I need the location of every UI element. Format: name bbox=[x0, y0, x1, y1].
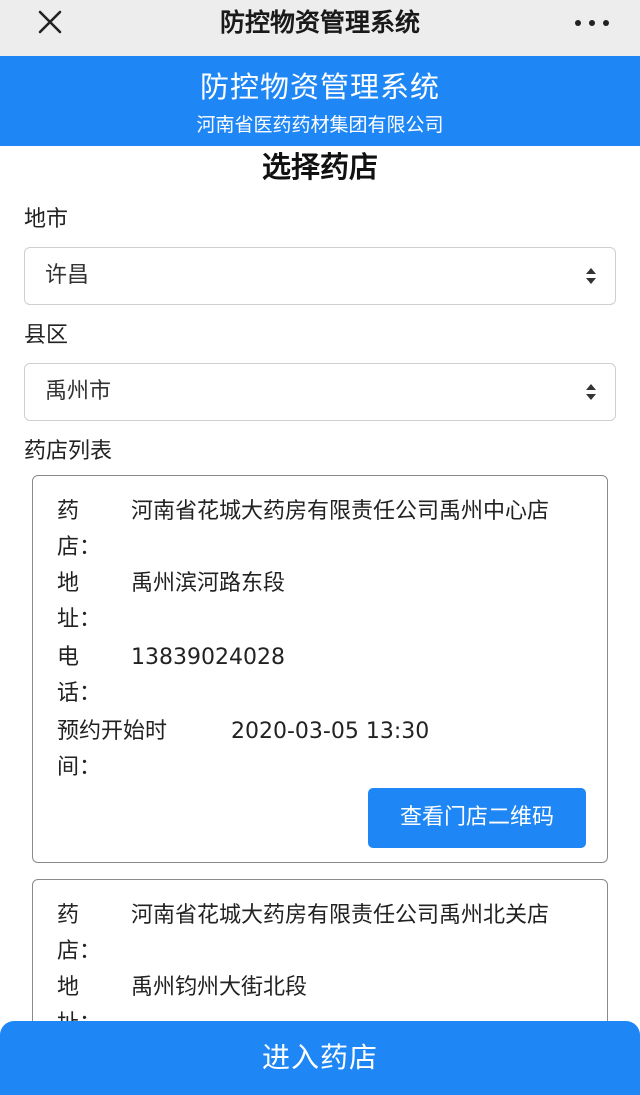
store-time-label: 预约开始时间： bbox=[57, 719, 168, 780]
enter-store-button[interactable]: 进入药店 bbox=[0, 1021, 640, 1095]
system-title: 防控物资管理系统 bbox=[199, 70, 440, 104]
store-name: 河南省花城大药房有限责任公司禹州北关店 bbox=[131, 903, 550, 928]
store-time-row: 预约开始时间： 2020-03-05 13:30 bbox=[57, 714, 587, 786]
district-select[interactable]: 禹州市 bbox=[24, 363, 616, 421]
district-select-value: 禹州市 bbox=[45, 379, 112, 404]
store-address-row: 地址： 禹州滨河路东段 bbox=[57, 566, 587, 638]
store-list-label: 药店列表 bbox=[24, 439, 113, 464]
window-title: 防控物资管理系统 bbox=[219, 8, 420, 37]
company-name: 河南省医药药材集团有限公司 bbox=[196, 114, 444, 136]
city-select-value: 许昌 bbox=[45, 263, 90, 288]
store-name-label: 药店： bbox=[57, 903, 102, 964]
header-banner: 防控物资管理系统 河南省医药药材集团有限公司 bbox=[0, 56, 640, 146]
store-phone: 13839024028 bbox=[131, 645, 285, 670]
more-icon[interactable] bbox=[570, 8, 614, 38]
store-card[interactable]: 药店： 河南省花城大药房有限责任公司禹州中心店 地址： 禹州滨河路东段 电话： … bbox=[32, 475, 608, 863]
top-bar: 防控物资管理系统 bbox=[0, 0, 640, 56]
city-label: 地市 bbox=[24, 207, 69, 232]
store-address-label: 地址： bbox=[57, 571, 102, 632]
store-time: 2020-03-05 13:30 bbox=[231, 719, 430, 744]
store-name-label: 药店： bbox=[57, 499, 102, 560]
store-phone-label: 电话： bbox=[57, 645, 102, 706]
view-qr-code-button[interactable]: 查看门店二维码 bbox=[368, 788, 586, 848]
sort-arrows-icon bbox=[585, 267, 597, 285]
district-label: 县区 bbox=[24, 323, 69, 348]
store-address: 禹州滨河路东段 bbox=[131, 571, 286, 596]
sort-arrows-icon bbox=[585, 383, 597, 401]
city-select[interactable]: 许昌 bbox=[24, 247, 616, 305]
page-title: 选择药店 bbox=[261, 150, 378, 184]
store-phone-row: 电话： 13839024028 bbox=[57, 640, 587, 712]
store-name-row: 药店： 河南省花城大药房有限责任公司禹州北关店 bbox=[57, 898, 587, 970]
store-address: 禹州钧州大街北段 bbox=[131, 975, 308, 1000]
store-name-row: 药店： 河南省花城大药房有限责任公司禹州中心店 bbox=[57, 494, 587, 566]
store-name: 河南省花城大药房有限责任公司禹州中心店 bbox=[131, 499, 550, 524]
